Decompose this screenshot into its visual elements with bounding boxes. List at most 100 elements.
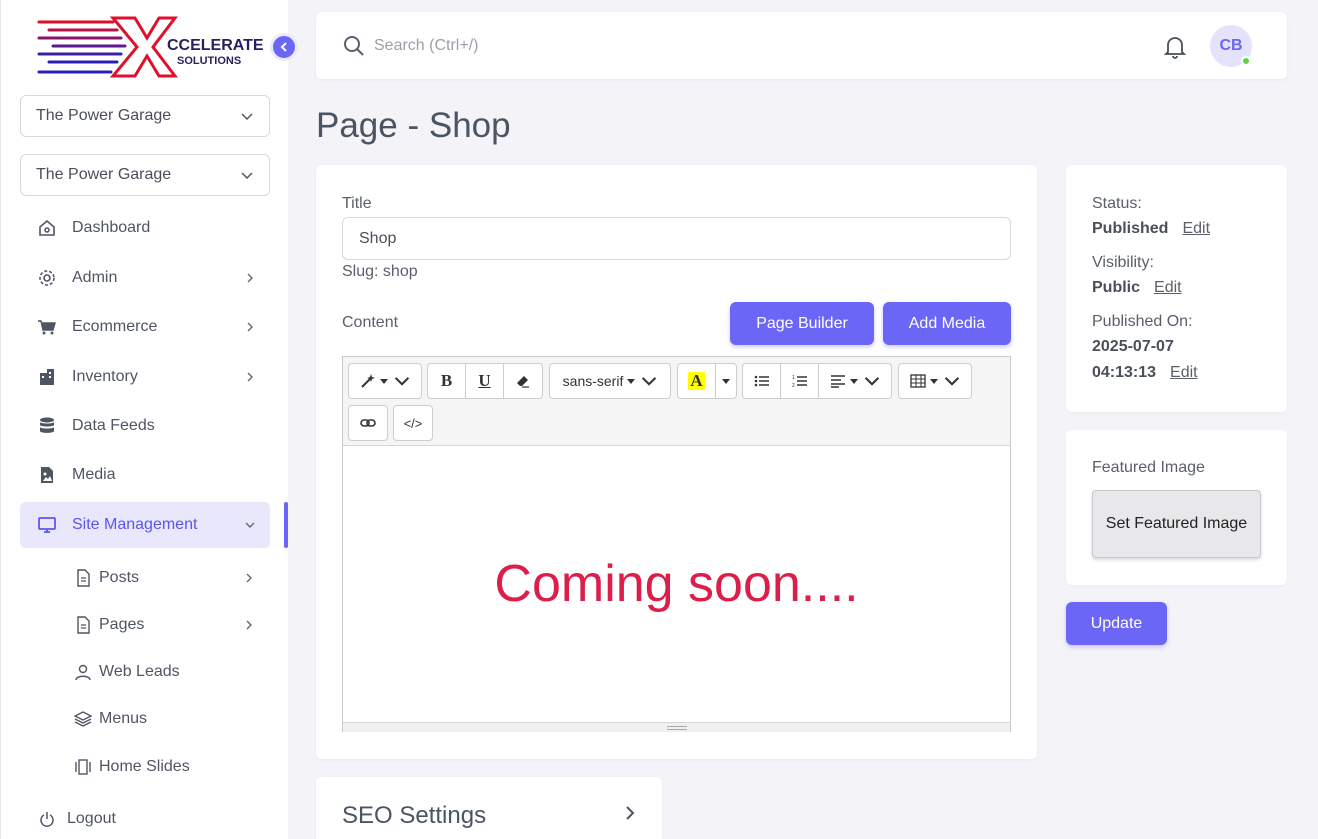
- add-media-button[interactable]: Add Media: [883, 302, 1011, 345]
- title-label: Title: [342, 195, 372, 212]
- highlight-icon: A: [688, 371, 705, 390]
- logout-link[interactable]: Logout: [39, 810, 116, 828]
- sidebar-item-ecommerce[interactable]: Ecommerce: [20, 304, 270, 350]
- sidebar-item-label: Admin: [72, 269, 118, 286]
- store-select-value: The Power Garage: [36, 166, 172, 183]
- published-time-row: 04:13:13 Edit: [1092, 364, 1198, 382]
- chevron-right-icon: [246, 573, 252, 583]
- link-group: [348, 405, 388, 441]
- sidebar-item-inventory[interactable]: Inventory: [20, 354, 270, 400]
- svg-text:1: 1: [792, 375, 795, 381]
- paragraph-group: 12: [742, 363, 892, 399]
- sidebar-item-label: Media: [72, 466, 116, 483]
- format-group: B U: [427, 363, 543, 399]
- clear-format-button[interactable]: [504, 364, 542, 398]
- editor-resize-handle[interactable]: [343, 722, 1010, 732]
- svg-text:2: 2: [792, 383, 795, 389]
- editor-toolbar: B U sans-serif A 1 2 </>: [343, 357, 1010, 446]
- sidebar-item-data-feeds[interactable]: Data Feeds: [20, 403, 270, 449]
- font-family-select[interactable]: sans-serif: [549, 363, 671, 399]
- sidebar-subitem-menus[interactable]: Menus: [73, 701, 269, 737]
- sidebar-item-media[interactable]: Media: [20, 452, 270, 498]
- font-family-button[interactable]: sans-serif: [550, 364, 670, 398]
- bullet-list-icon: [754, 375, 769, 387]
- sidebar-item-label: Site Management: [72, 516, 198, 533]
- color-dropdown-button[interactable]: [716, 364, 736, 398]
- link-icon: [360, 419, 376, 427]
- edit-status-link[interactable]: Edit: [1182, 220, 1210, 237]
- set-featured-image-button[interactable]: Set Featured Image: [1092, 490, 1261, 558]
- magic-style-button[interactable]: [349, 364, 421, 398]
- chevron-down-icon: [241, 113, 253, 121]
- sidebar-subitem-home-slides[interactable]: Home Slides: [73, 749, 269, 785]
- store-select-value: The Power Garage: [36, 107, 172, 124]
- title-input[interactable]: [342, 217, 1011, 260]
- page-builder-button[interactable]: Page Builder: [730, 302, 874, 345]
- insert-link-button[interactable]: [349, 406, 387, 440]
- avatar-initials: CB: [1219, 37, 1243, 54]
- chevron-right-icon: [626, 806, 635, 820]
- code-view-button[interactable]: </>: [394, 406, 432, 440]
- status-value: Published: [1092, 220, 1169, 237]
- rich-text-editor: B U sans-serif A 1 2 </> Coming soon....: [342, 356, 1011, 732]
- numbered-list-icon: 12: [792, 375, 807, 389]
- chevron-right-icon: [247, 273, 253, 283]
- bell-icon[interactable]: [1162, 34, 1188, 60]
- sidebar-subitem-posts[interactable]: Posts: [73, 560, 269, 596]
- align-left-icon: [831, 375, 845, 388]
- logo-subtext: SOLUTIONS: [177, 55, 241, 67]
- sidebar-item-admin[interactable]: Admin: [20, 255, 270, 301]
- sidebar-item-site-management[interactable]: Site Management: [20, 502, 270, 548]
- magic-wand-icon: [361, 374, 375, 388]
- numbered-list-button[interactable]: 12: [781, 364, 819, 398]
- highlight-color-button[interactable]: A: [678, 364, 716, 398]
- active-indicator: [284, 502, 288, 548]
- document-icon: [73, 568, 93, 588]
- cart-icon: [36, 316, 58, 338]
- collapse-sidebar-button[interactable]: [270, 33, 298, 61]
- bullet-list-button[interactable]: [743, 364, 781, 398]
- chevron-right-icon: [247, 322, 253, 332]
- seo-settings-card[interactable]: SEO Settings: [316, 777, 662, 839]
- sidebar-subitem-label: Web Leads: [99, 663, 180, 680]
- visibility-row: Public Edit: [1092, 279, 1182, 297]
- logout-label: Logout: [67, 810, 116, 827]
- online-status-dot: [1241, 56, 1251, 66]
- update-button[interactable]: Update: [1066, 602, 1167, 645]
- featured-image-label: Featured Image: [1092, 459, 1205, 476]
- chevron-down-icon: [245, 522, 255, 528]
- chevron-down-icon: [864, 377, 880, 386]
- featured-image-card: Featured Image Set Featured Image: [1066, 430, 1287, 585]
- sidebar: CCELERATE SOLUTIONS The Power Garage The…: [0, 0, 288, 839]
- store-select-1[interactable]: The Power Garage: [20, 95, 270, 137]
- chevron-down-icon: [241, 172, 253, 180]
- edit-published-link[interactable]: Edit: [1170, 364, 1198, 381]
- xcelerate-logo[interactable]: CCELERATE SOLUTIONS: [35, 14, 265, 80]
- sidebar-subitem-web-leads[interactable]: Web Leads: [73, 654, 269, 690]
- published-label: Published On:: [1092, 313, 1193, 330]
- align-button[interactable]: [819, 364, 891, 398]
- search-input[interactable]: [374, 37, 674, 55]
- content-label: Content: [342, 314, 399, 331]
- underline-button[interactable]: U: [466, 364, 504, 398]
- bold-button[interactable]: B: [428, 364, 466, 398]
- sidebar-item-label: Ecommerce: [72, 318, 158, 335]
- home-icon: [36, 217, 58, 239]
- search-icon: [344, 36, 364, 56]
- style-group: [348, 363, 422, 399]
- insert-table-button[interactable]: [899, 364, 971, 398]
- sidebar-item-dashboard[interactable]: Dashboard: [20, 205, 270, 251]
- store-select-2[interactable]: The Power Garage: [20, 154, 270, 196]
- color-group: A: [677, 363, 737, 399]
- sidebar-subitem-pages[interactable]: Pages: [73, 607, 269, 643]
- avatar[interactable]: CB: [1210, 25, 1252, 67]
- table-icon: [910, 374, 926, 388]
- seo-settings-title: SEO Settings: [342, 802, 487, 829]
- chevron-down-icon: [944, 377, 960, 386]
- monitor-icon: [36, 514, 58, 536]
- status-label: Status:: [1092, 195, 1142, 212]
- editor-content-area[interactable]: Coming soon....: [343, 446, 1010, 722]
- edit-visibility-link[interactable]: Edit: [1154, 279, 1182, 296]
- visibility-label: Visibility:: [1092, 254, 1154, 271]
- building-icon: [36, 366, 58, 388]
